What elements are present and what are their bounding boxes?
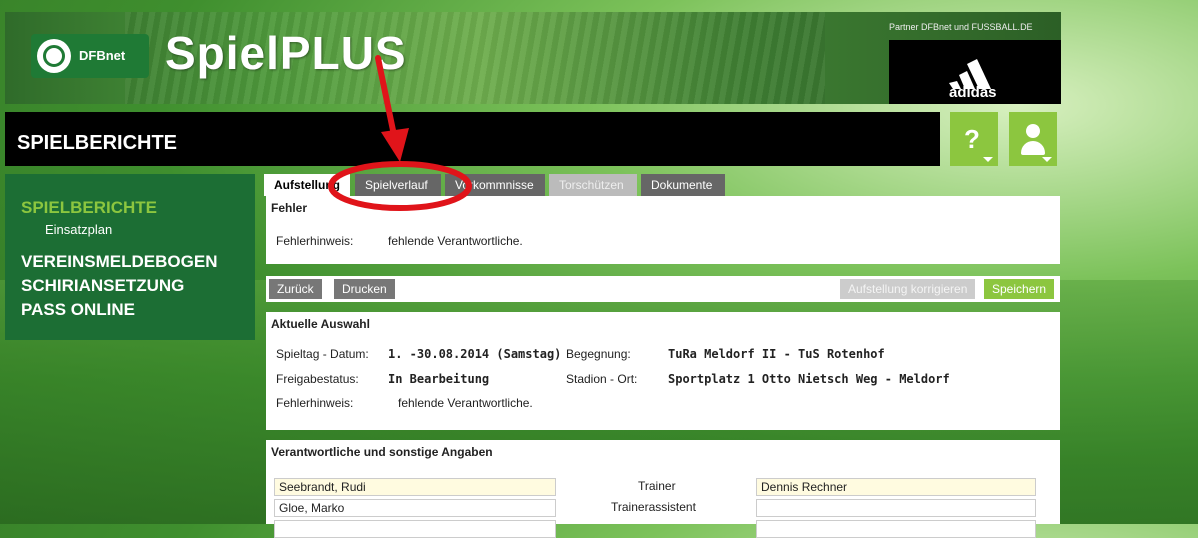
dfb-emblem-icon — [37, 39, 71, 73]
officials-panel: Verantwortliche und sonstige Angaben See… — [266, 440, 1060, 538]
sidebar-item-vereinsmeldebogen[interactable]: VEREINSMELDEBOGEN — [21, 252, 217, 272]
official-role-label: Trainerassistent — [611, 500, 696, 514]
selection-hint-label: Fehlerhinweis: — [276, 396, 354, 410]
tab-aufstellung[interactable]: Aufstellung — [264, 174, 350, 196]
back-button[interactable]: Zurück — [269, 279, 322, 299]
error-hint-value: fehlende Verantwortliche. — [388, 234, 523, 248]
dfbnet-logo[interactable]: DFBnet — [31, 34, 149, 78]
officials-panel-title: Verantwortliche und sonstige Angaben — [271, 445, 493, 459]
official-person-field[interactable] — [756, 499, 1036, 517]
official-role-label: Trainer — [638, 479, 676, 493]
matchday-value: 1. -30.08.2014 (Samstag) — [388, 347, 562, 361]
sidebar: SPIELBERICHTE Einsatzplan VEREINSMELDEBO… — [5, 174, 255, 340]
sidebar-item-spielberichte[interactable]: SPIELBERICHTE — [21, 198, 157, 218]
matchday-label: Spieltag - Datum: — [276, 347, 369, 361]
page-title: SPIELBERICHTE — [17, 132, 178, 154]
stadium-label: Stadion - Ort: — [566, 372, 638, 386]
error-panel: Fehler Fehlerhinweis: fehlende Verantwor… — [266, 196, 1060, 264]
chevron-down-icon — [983, 157, 993, 162]
error-panel-title: Fehler — [271, 201, 308, 215]
error-hint-label: Fehlerhinweis: — [276, 234, 354, 248]
user-icon — [1026, 124, 1040, 138]
release-status-value: In Bearbeitung — [388, 372, 490, 386]
partner-text: Partner DFBnet und FUSSBALL.DE — [889, 22, 1033, 32]
tab-spielverlauf[interactable]: Spielverlauf — [355, 174, 441, 196]
tab-torschuetzen: Torschützen — [549, 174, 637, 196]
sidebar-item-schiriansetzung[interactable]: SCHIRIANSETZUNG — [21, 276, 184, 296]
user-menu-button[interactable] — [1009, 112, 1057, 166]
brand-title: SpielPLUS — [165, 27, 407, 79]
chevron-down-icon — [1042, 157, 1052, 162]
dfbnet-logo-text: DFBnet — [79, 48, 126, 63]
official-name-field[interactable] — [274, 520, 556, 538]
tab-vorkommnisse[interactable]: Vorkommnisse — [445, 174, 545, 196]
tab-dokumente[interactable]: Dokumente — [641, 174, 725, 196]
title-bar: SPIELBERICHTE — [5, 112, 940, 166]
selection-panel: Aktuelle Auswahl Spieltag - Datum: 1. -3… — [266, 312, 1060, 430]
official-name-field[interactable]: Seebrandt, Rudi — [274, 478, 556, 496]
official-person-field[interactable] — [756, 520, 1036, 538]
fixture-label: Begegnung: — [566, 347, 631, 361]
question-icon: ? — [964, 124, 980, 154]
save-button[interactable]: Speichern — [984, 279, 1055, 299]
correct-lineup-button: Aufstellung korrigieren — [840, 279, 976, 299]
release-status-label: Freigabestatus: — [276, 372, 359, 386]
button-bar: Zurück Drucken Aufstellung korrigieren S… — [266, 276, 1060, 302]
selection-panel-title: Aktuelle Auswahl — [271, 317, 370, 331]
fixture-value: TuRa Meldorf II - TuS Rotenhof — [668, 347, 885, 361]
user-icon-body — [1021, 141, 1045, 155]
print-button[interactable]: Drucken — [334, 279, 395, 299]
page: DFBnet SpielPLUS Partner DFBnet und FUSS… — [5, 12, 1061, 538]
official-name-field[interactable]: Gloe, Marko — [274, 499, 556, 517]
help-button[interactable]: ? — [950, 112, 998, 166]
sidebar-item-pass-online[interactable]: PASS ONLINE — [21, 300, 135, 320]
sidebar-item-einsatzplan[interactable]: Einsatzplan — [45, 222, 112, 237]
sponsor-box[interactable]: adidas — [889, 40, 1061, 104]
stadium-value: Sportplatz 1 Otto Nietsch Weg - Meldorf — [668, 372, 950, 386]
selection-hint-value: fehlende Verantwortliche. — [398, 396, 533, 410]
sponsor-text: adidas — [949, 84, 997, 101]
official-person-field[interactable]: Dennis Rechner — [756, 478, 1036, 496]
